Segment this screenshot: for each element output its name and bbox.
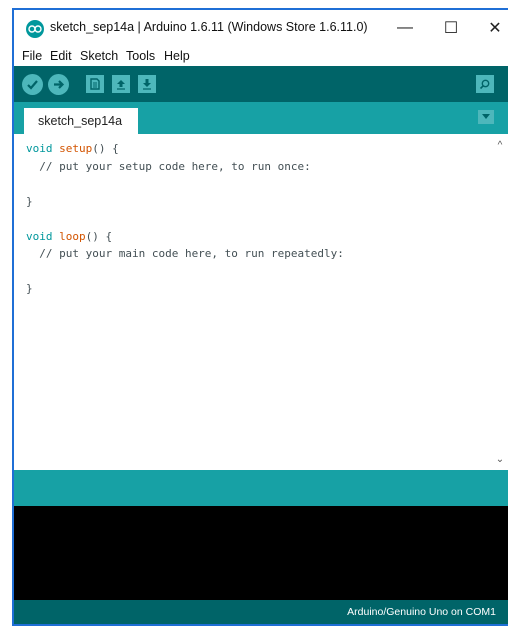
menu-tools[interactable]: Tools (126, 49, 155, 63)
code-line: } (26, 194, 33, 208)
chevron-down-icon (482, 114, 490, 119)
verify-icon (27, 80, 38, 90)
menu-file[interactable]: File (22, 49, 42, 63)
open-button[interactable] (112, 75, 130, 93)
code-line: void setup() { (26, 142, 119, 155)
save-button[interactable] (138, 75, 156, 93)
open-icon (117, 80, 125, 90)
code-line: void loop() { (26, 229, 113, 243)
title-bar[interactable]: sketch_sep14a | Arduino 1.6.11 (Windows … (14, 10, 508, 46)
console-output[interactable] (14, 506, 508, 600)
upload-icon (54, 80, 65, 89)
window-title: sketch_sep14a | Arduino 1.6.11 (Windows … (50, 20, 368, 34)
serial-monitor-icon (479, 79, 490, 90)
code-line: } (26, 282, 33, 295)
minimize-button[interactable]: — (382, 10, 428, 46)
code-text[interactable]: void setup() { // put your setup code he… (26, 140, 488, 298)
tab-menu-button[interactable] (478, 110, 494, 124)
new-button[interactable] (86, 75, 104, 93)
menu-edit[interactable]: Edit (50, 49, 72, 63)
scroll-down-arrow-icon[interactable]: ⌄ (494, 454, 506, 466)
serial-monitor-button[interactable] (476, 75, 494, 93)
new-icon (90, 78, 100, 90)
menu-sketch[interactable]: Sketch (80, 49, 118, 63)
close-button[interactable]: ✕ (472, 10, 508, 46)
verify-button[interactable] (22, 74, 43, 95)
message-bar (14, 470, 508, 506)
save-icon (143, 79, 151, 90)
maximize-button[interactable]: ☐ (428, 10, 474, 46)
arduino-window: sketch_sep14a | Arduino 1.6.11 (Windows … (14, 10, 508, 624)
tab-bar: sketch_sep14a (14, 102, 508, 134)
arduino-logo-icon (26, 20, 44, 38)
menu-help[interactable]: Help (164, 49, 190, 63)
menu-bar: File Edit Sketch Tools Help (14, 46, 508, 66)
code-editor[interactable]: void setup() { // put your setup code he… (14, 134, 508, 470)
status-bar: Arduino/Genuino Uno on COM1 (14, 600, 508, 624)
code-line: // put your main code here, to run repea… (26, 247, 344, 260)
window-frame: sketch_sep14a | Arduino 1.6.11 (Windows … (12, 8, 508, 626)
upload-button[interactable] (48, 74, 69, 95)
scroll-up-arrow-icon[interactable]: ^ (494, 140, 506, 152)
toolbar (14, 66, 508, 102)
board-port-status: Arduino/Genuino Uno on COM1 (347, 606, 496, 618)
tab-sketch-sep14a[interactable]: sketch_sep14a (24, 108, 138, 134)
code-line: // put your setup code here, to run once… (26, 159, 311, 173)
